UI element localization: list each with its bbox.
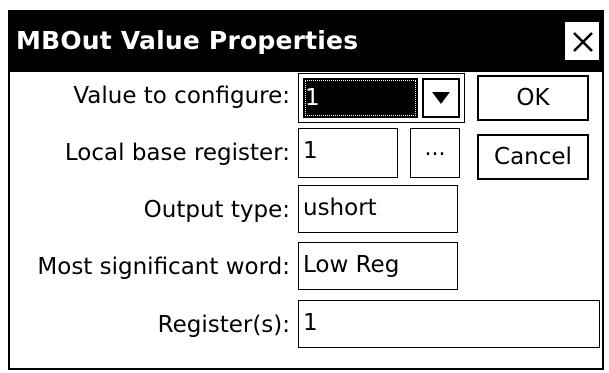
output-type-label: Output type: bbox=[143, 197, 290, 223]
local-base-register-label: Local base register: bbox=[64, 140, 290, 166]
title-bar: MBOut Value Properties bbox=[10, 12, 602, 72]
cancel-button[interactable]: Cancel bbox=[477, 134, 589, 180]
close-button[interactable] bbox=[563, 20, 601, 62]
local-base-register-input[interactable]: 1 bbox=[298, 128, 398, 178]
registers-field: 1 bbox=[298, 300, 600, 348]
ok-button[interactable]: OK bbox=[477, 75, 589, 121]
registers-label: Register(s): bbox=[157, 312, 290, 338]
most-significant-word-field: Low Reg bbox=[298, 242, 458, 290]
output-type-field: ushort bbox=[298, 185, 458, 233]
mbout-value-properties-dialog: MBOut Value Properties Value to configur… bbox=[8, 10, 604, 370]
most-significant-word-label: Most significant word: bbox=[37, 254, 290, 280]
dialog-title: MBOut Value Properties bbox=[16, 26, 359, 55]
triangle-down-icon bbox=[432, 92, 450, 104]
dropdown-arrow-button[interactable] bbox=[422, 78, 460, 118]
close-icon bbox=[573, 32, 593, 52]
value-to-configure-dropdown[interactable]: 1 bbox=[298, 73, 465, 123]
value-to-configure-selected: 1 bbox=[303, 78, 418, 118]
browse-register-button[interactable]: ... bbox=[410, 128, 460, 178]
value-to-configure-label: Value to configure: bbox=[73, 83, 290, 109]
